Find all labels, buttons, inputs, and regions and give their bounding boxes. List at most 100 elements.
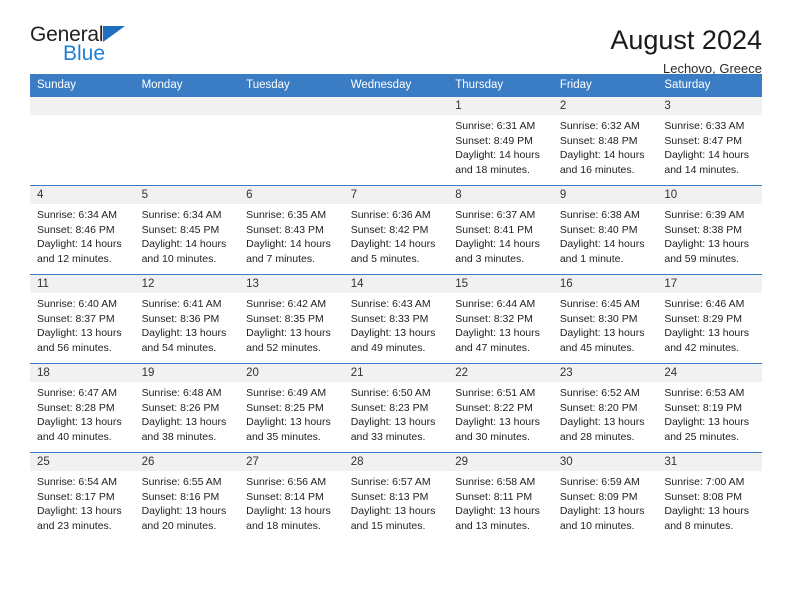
day-details: Sunrise: 6:36 AM Sunset: 8:42 PM Daylight:… <box>344 204 449 266</box>
calendar-day-cell[interactable]: 19 Sunrise: 6:48 AM Sunset: 8:26 PM Dayligh… <box>134 363 240 453</box>
sunrise-text: Sunrise: 6:43 AM <box>350 298 431 310</box>
sunrise-text: Sunrise: 6:31 AM <box>455 120 536 132</box>
sunset-text: Sunset: 8:36 PM <box>141 312 220 325</box>
sunrise-text: Sunrise: 6:53 AM <box>664 387 745 399</box>
day-number: 30 <box>552 453 658 471</box>
daylight-text-line1: Daylight: 13 hours <box>455 505 540 518</box>
daylight-text-line1: Daylight: 13 hours <box>664 505 750 518</box>
daylight-text-line2: and 40 minutes. <box>37 430 112 443</box>
daylight-text-line2: and 1 minute. <box>559 252 624 265</box>
day-details: Sunrise: 6:45 AM Sunset: 8:30 PM Daylight:… <box>553 293 658 355</box>
sunset-text: Sunset: 8:22 PM <box>455 401 533 414</box>
daylight-text-line2: and 33 minutes. <box>350 430 426 443</box>
calendar-day-cell[interactable]: 6 Sunrise: 6:35 AM Sunset: 8:43 PM Daylight… <box>239 185 344 275</box>
calendar-day-cell[interactable]: 23 Sunrise: 6:52 AM Sunset: 8:20 PM Dayligh… <box>552 363 658 453</box>
calendar-day-cell[interactable]: 26 Sunrise: 6:55 AM Sunset: 8:16 PM Dayligh… <box>134 452 240 542</box>
sunrise-text: Sunrise: 6:58 AM <box>455 476 536 488</box>
day-number <box>30 97 135 115</box>
day-details: Sunrise: 6:50 AM Sunset: 8:23 PM Daylight:… <box>344 382 449 444</box>
day-details: Sunrise: 6:37 AM Sunset: 8:41 PM Daylight:… <box>448 204 553 266</box>
day-number: 3 <box>657 97 762 115</box>
generalblue-logo[interactable]: General Blue <box>30 24 126 65</box>
calendar-day-cell[interactable]: 17 Sunrise: 6:46 AM Sunset: 8:29 PM Dayligh… <box>657 274 762 364</box>
sunset-text: Sunset: 8:11 PM <box>455 490 533 503</box>
calendar-day-cell[interactable]: 1 Sunrise: 6:31 AM Sunset: 8:49 PM Daylight… <box>448 96 553 186</box>
sunrise-text: Sunrise: 6:37 AM <box>455 209 536 221</box>
day-number: 21 <box>343 364 449 382</box>
sunrise-text: Sunrise: 6:51 AM <box>455 387 536 399</box>
sunset-text: Sunset: 8:37 PM <box>37 312 115 325</box>
daylight-text-line2: and 8 minutes. <box>664 519 734 532</box>
daylight-text-line1: Daylight: 13 hours <box>141 327 227 340</box>
calendar-day-cell[interactable]: 13 Sunrise: 6:42 AM Sunset: 8:35 PM Dayligh… <box>239 274 344 364</box>
calendar-day-cell[interactable]: 5 Sunrise: 6:34 AM Sunset: 8:45 PM Daylight… <box>134 185 240 275</box>
daylight-text-line2: and 30 minutes. <box>455 430 530 443</box>
sunrise-text: Sunrise: 6:34 AM <box>141 209 222 221</box>
title-block: August 2024 Lechovo, Greece <box>610 24 762 78</box>
logo-triangle-icon <box>103 26 126 42</box>
sunrise-text: Sunrise: 6:39 AM <box>664 209 745 221</box>
sunset-text: Sunset: 8:16 PM <box>141 490 220 503</box>
sunrise-text: Sunrise: 6:35 AM <box>246 209 327 221</box>
calendar-day-cell[interactable]: 4 Sunrise: 6:34 AM Sunset: 8:46 PM Daylight… <box>30 185 135 275</box>
day-details: Sunrise: 6:41 AM Sunset: 8:36 PM Daylight:… <box>135 293 240 355</box>
calendar-day-cell[interactable]: 22 Sunrise: 6:51 AM Sunset: 8:22 PM Dayligh… <box>448 363 553 453</box>
sunset-text: Sunset: 8:47 PM <box>664 134 743 147</box>
day-number: 2 <box>552 97 658 115</box>
calendar-day-cell[interactable]: 27 Sunrise: 6:56 AM Sunset: 8:14 PM Dayligh… <box>239 452 344 542</box>
calendar-day-cell[interactable]: 12 Sunrise: 6:41 AM Sunset: 8:36 PM Dayligh… <box>134 274 240 364</box>
calendar-day-cell[interactable]: 25 Sunrise: 6:54 AM Sunset: 8:17 PM Dayligh… <box>30 452 135 542</box>
calendar-day-cell[interactable]: 8 Sunrise: 6:37 AM Sunset: 8:41 PM Daylight… <box>448 185 553 275</box>
calendar-day-cell[interactable]: 14 Sunrise: 6:43 AM Sunset: 8:33 PM Dayligh… <box>343 274 449 364</box>
calendar-day-cell[interactable]: 10 Sunrise: 6:39 AM Sunset: 8:38 PM Dayligh… <box>657 185 762 275</box>
day-number: 11 <box>30 275 135 293</box>
day-number <box>343 97 449 115</box>
day-details: Sunrise: 6:44 AM Sunset: 8:32 PM Daylight:… <box>448 293 553 355</box>
daylight-text-line1: Daylight: 13 hours <box>559 327 645 340</box>
day-number: 10 <box>657 186 762 204</box>
daylight-text-line2: and 59 minutes. <box>664 252 740 265</box>
calendar-day-cell[interactable]: 9 Sunrise: 6:38 AM Sunset: 8:40 PM Daylight… <box>552 185 658 275</box>
weekday-header-tuesday: Tuesday <box>239 74 344 97</box>
daylight-text-line1: Daylight: 13 hours <box>141 505 227 518</box>
calendar-day-cell[interactable]: 7 Sunrise: 6:36 AM Sunset: 8:42 PM Daylight… <box>343 185 449 275</box>
day-number: 20 <box>239 364 344 382</box>
day-details: Sunrise: 6:57 AM Sunset: 8:13 PM Daylight:… <box>344 471 449 533</box>
calendar-day-cell[interactable]: 24 Sunrise: 6:53 AM Sunset: 8:19 PM Dayligh… <box>657 363 762 453</box>
calendar-day-cell[interactable]: 3 Sunrise: 6:33 AM Sunset: 8:47 PM Daylight… <box>657 96 762 186</box>
day-details: Sunrise: 7:00 AM Sunset: 8:08 PM Daylight:… <box>657 471 762 533</box>
day-details: Sunrise: 6:39 AM Sunset: 8:38 PM Daylight:… <box>657 204 762 266</box>
calendar-day-cell[interactable]: 18 Sunrise: 6:47 AM Sunset: 8:28 PM Dayligh… <box>30 363 135 453</box>
day-details: Sunrise: 6:35 AM Sunset: 8:43 PM Daylight:… <box>239 204 344 266</box>
daylight-text-line2: and 10 minutes. <box>559 519 635 532</box>
day-details: Sunrise: 6:33 AM Sunset: 8:47 PM Daylight:… <box>657 115 762 177</box>
calendar-day-cell[interactable]: 20 Sunrise: 6:49 AM Sunset: 8:25 PM Dayligh… <box>239 363 344 453</box>
daylight-text-line2: and 18 minutes. <box>455 163 530 176</box>
calendar-page: General Blue August 2024 Lechovo, Greece… <box>0 0 792 612</box>
calendar-day-cell[interactable]: 29 Sunrise: 6:58 AM Sunset: 8:11 PM Dayligh… <box>448 452 553 542</box>
daylight-text-line1: Daylight: 14 hours <box>37 238 122 251</box>
daylight-text-line2: and 38 minutes. <box>141 430 217 443</box>
sunrise-text: Sunrise: 6:45 AM <box>559 298 640 310</box>
day-number <box>239 97 344 115</box>
calendar-day-cell[interactable]: 21 Sunrise: 6:50 AM Sunset: 8:23 PM Dayligh… <box>343 363 449 453</box>
daylight-text-line1: Daylight: 13 hours <box>246 327 331 340</box>
calendar-day-cell[interactable]: 16 Sunrise: 6:45 AM Sunset: 8:30 PM Dayligh… <box>552 274 658 364</box>
day-details: Sunrise: 6:48 AM Sunset: 8:26 PM Daylight:… <box>135 382 240 444</box>
day-number: 5 <box>134 186 240 204</box>
sunrise-text: Sunrise: 6:38 AM <box>559 209 640 221</box>
calendar-day-cell[interactable]: 30 Sunrise: 6:59 AM Sunset: 8:09 PM Dayligh… <box>552 452 658 542</box>
calendar-day-cell[interactable]: 15 Sunrise: 6:44 AM Sunset: 8:32 PM Dayligh… <box>448 274 553 364</box>
calendar-day-cell[interactable]: 2 Sunrise: 6:32 AM Sunset: 8:48 PM Daylight… <box>552 96 658 186</box>
day-number: 7 <box>343 186 449 204</box>
sunrise-text: Sunrise: 6:33 AM <box>664 120 745 132</box>
calendar-day-cell[interactable]: 11 Sunrise: 6:40 AM Sunset: 8:37 PM Dayligh… <box>30 274 135 364</box>
sunrise-text: Sunrise: 6:40 AM <box>37 298 117 310</box>
calendar-day-cell[interactable]: 28 Sunrise: 6:57 AM Sunset: 8:13 PM Dayligh… <box>343 452 449 542</box>
calendar-day-cell[interactable]: 31 Sunrise: 7:00 AM Sunset: 8:08 PM Dayligh… <box>657 452 762 542</box>
calendar-week-row: 1 Sunrise: 6:31 AM Sunset: 8:49 PM Daylight… <box>30 96 762 186</box>
daylight-text-line2: and 28 minutes. <box>559 430 635 443</box>
sunset-text: Sunset: 8:20 PM <box>559 401 638 414</box>
day-details: Sunrise: 6:34 AM Sunset: 8:45 PM Daylight:… <box>135 204 240 266</box>
weekday-header-sunday: Sunday <box>30 74 135 97</box>
